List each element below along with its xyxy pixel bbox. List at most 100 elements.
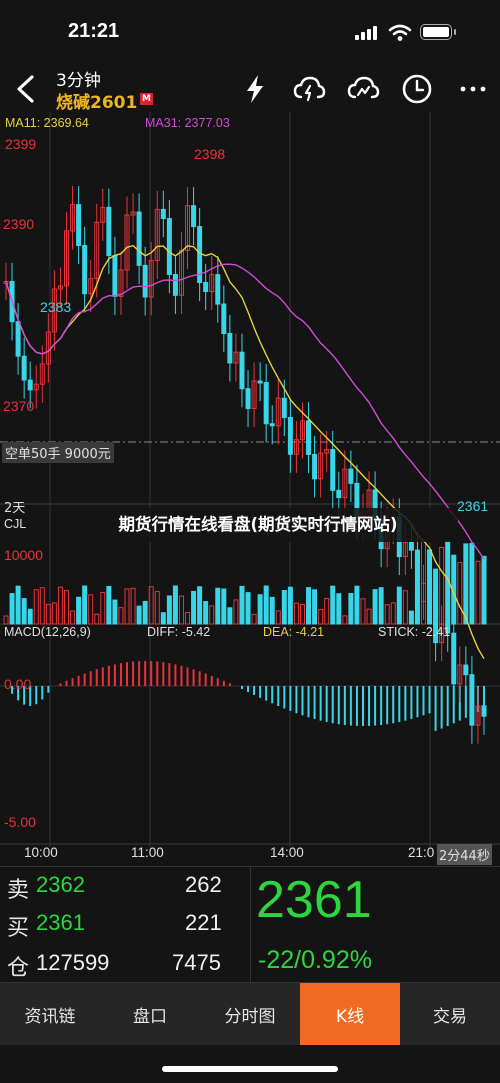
candle-down bbox=[469, 674, 475, 726]
volume-bar bbox=[76, 596, 82, 625]
candle-down bbox=[112, 255, 118, 297]
volume-bar bbox=[197, 586, 203, 625]
price-level-2370: 2370 bbox=[3, 398, 35, 414]
volume-bar bbox=[457, 561, 463, 625]
volume-bar bbox=[9, 593, 15, 625]
candle-down bbox=[245, 388, 251, 409]
time-tick: 21:0 bbox=[408, 845, 435, 860]
volume-bar bbox=[275, 610, 281, 625]
volume-bar bbox=[191, 590, 197, 625]
volume-bar bbox=[312, 589, 318, 625]
ma31-label: MA31: 2377.03 bbox=[145, 116, 230, 130]
main-contract-badge: M bbox=[140, 93, 153, 105]
kline-chart[interactable] bbox=[0, 112, 500, 864]
volume-bar bbox=[142, 600, 148, 625]
volume-bar bbox=[336, 593, 342, 625]
candle-down bbox=[203, 282, 209, 293]
volume-bar bbox=[166, 595, 172, 625]
volume-bar bbox=[106, 585, 112, 625]
candle-down bbox=[221, 303, 227, 334]
candle-down bbox=[427, 582, 433, 593]
tab-trade[interactable]: 交易 bbox=[400, 983, 500, 1045]
volume-bar bbox=[251, 613, 257, 625]
macd-diff: DIFF: -5.42 bbox=[147, 625, 211, 639]
candle-down bbox=[408, 541, 414, 551]
time-tick: 10:00 bbox=[24, 845, 58, 860]
volume-bar bbox=[299, 603, 305, 625]
candle-down bbox=[269, 423, 275, 427]
home-indicator bbox=[162, 1066, 338, 1072]
volume-bar bbox=[287, 586, 293, 625]
candle-down bbox=[160, 208, 166, 220]
volume-bar bbox=[408, 610, 414, 625]
candle-down bbox=[239, 351, 245, 390]
clock-icon[interactable] bbox=[400, 72, 434, 106]
lightning-icon[interactable] bbox=[238, 72, 272, 106]
volume-bar bbox=[233, 599, 239, 625]
candle-down bbox=[191, 205, 197, 228]
open-interest-label: 仓 bbox=[7, 956, 30, 981]
candle-down bbox=[172, 274, 178, 296]
tab-orderbook[interactable]: 盘口 bbox=[100, 983, 200, 1045]
macd-title: MACD(12,26,9) bbox=[4, 625, 91, 639]
volume-bar bbox=[21, 598, 27, 625]
period-label: 2天 bbox=[4, 501, 26, 516]
sell-volume: 262 bbox=[185, 872, 222, 897]
volume-bar bbox=[82, 585, 88, 625]
cjl-label: CJL bbox=[4, 517, 27, 531]
position-line-label[interactable]: 空单50手 9000元 bbox=[2, 442, 114, 463]
time-tick: 11:00 bbox=[131, 845, 164, 860]
cloud-chart-icon[interactable] bbox=[346, 72, 380, 106]
volume-bar bbox=[51, 602, 57, 625]
tab-news[interactable]: 资讯链 bbox=[0, 983, 100, 1045]
candle-down bbox=[15, 321, 21, 357]
volume-bar bbox=[318, 608, 324, 625]
candle-down bbox=[463, 664, 469, 676]
volume-bar bbox=[39, 587, 45, 625]
volume-bar bbox=[354, 585, 360, 625]
volume-bar bbox=[239, 585, 245, 625]
volume-bar bbox=[88, 594, 94, 625]
volume-bar bbox=[342, 615, 348, 625]
macd-stick: STICK: -2.41 bbox=[378, 625, 451, 639]
candle-down bbox=[27, 379, 33, 391]
candle-down bbox=[481, 705, 487, 717]
signal-icon bbox=[355, 26, 381, 40]
instrument-name[interactable]: 烧碱2601 bbox=[56, 88, 137, 113]
open-interest: 127599 bbox=[36, 950, 110, 975]
volume-bar bbox=[402, 590, 408, 625]
volume-bar bbox=[463, 543, 469, 625]
volume-bar bbox=[203, 601, 209, 625]
macd-zero: 0.00 bbox=[4, 676, 32, 692]
volume-bar bbox=[227, 607, 233, 625]
tab-timeshare[interactable]: 分时图 bbox=[200, 983, 300, 1045]
volume-bar bbox=[33, 589, 39, 625]
cloud-sync-icon[interactable] bbox=[292, 72, 326, 106]
volume-bar bbox=[469, 542, 475, 625]
volume-bar bbox=[118, 607, 124, 625]
volume-bar bbox=[221, 588, 227, 625]
volume-bar bbox=[293, 602, 299, 625]
more-icon[interactable] bbox=[456, 72, 490, 106]
volume-bar bbox=[348, 593, 354, 625]
volume-bar bbox=[172, 585, 178, 625]
sell-price[interactable]: 2362 bbox=[36, 872, 85, 898]
macd-bottom: -5.00 bbox=[4, 814, 36, 830]
volume-bar bbox=[70, 610, 76, 625]
candle-down bbox=[263, 382, 269, 425]
volume-bar bbox=[245, 592, 251, 625]
volume-level: 10000 bbox=[4, 547, 43, 563]
tab-kline[interactable]: K线 bbox=[300, 983, 400, 1045]
bar-countdown: 2分44秒 bbox=[437, 844, 492, 865]
back-arrow-icon[interactable] bbox=[12, 74, 40, 104]
last-price-mark: 2361 bbox=[457, 498, 489, 514]
ma11-label: MA11: 2369.64 bbox=[5, 116, 89, 130]
total-volume: 7475 bbox=[172, 950, 221, 975]
high-price-mark: 2398 bbox=[194, 146, 226, 162]
low-price-mark: 2383 bbox=[40, 299, 72, 315]
candle-down bbox=[136, 211, 142, 266]
buy-price[interactable]: 2361 bbox=[36, 910, 85, 936]
volume-bar bbox=[27, 608, 33, 625]
candle-down bbox=[312, 453, 318, 480]
volume-bar bbox=[215, 587, 221, 625]
